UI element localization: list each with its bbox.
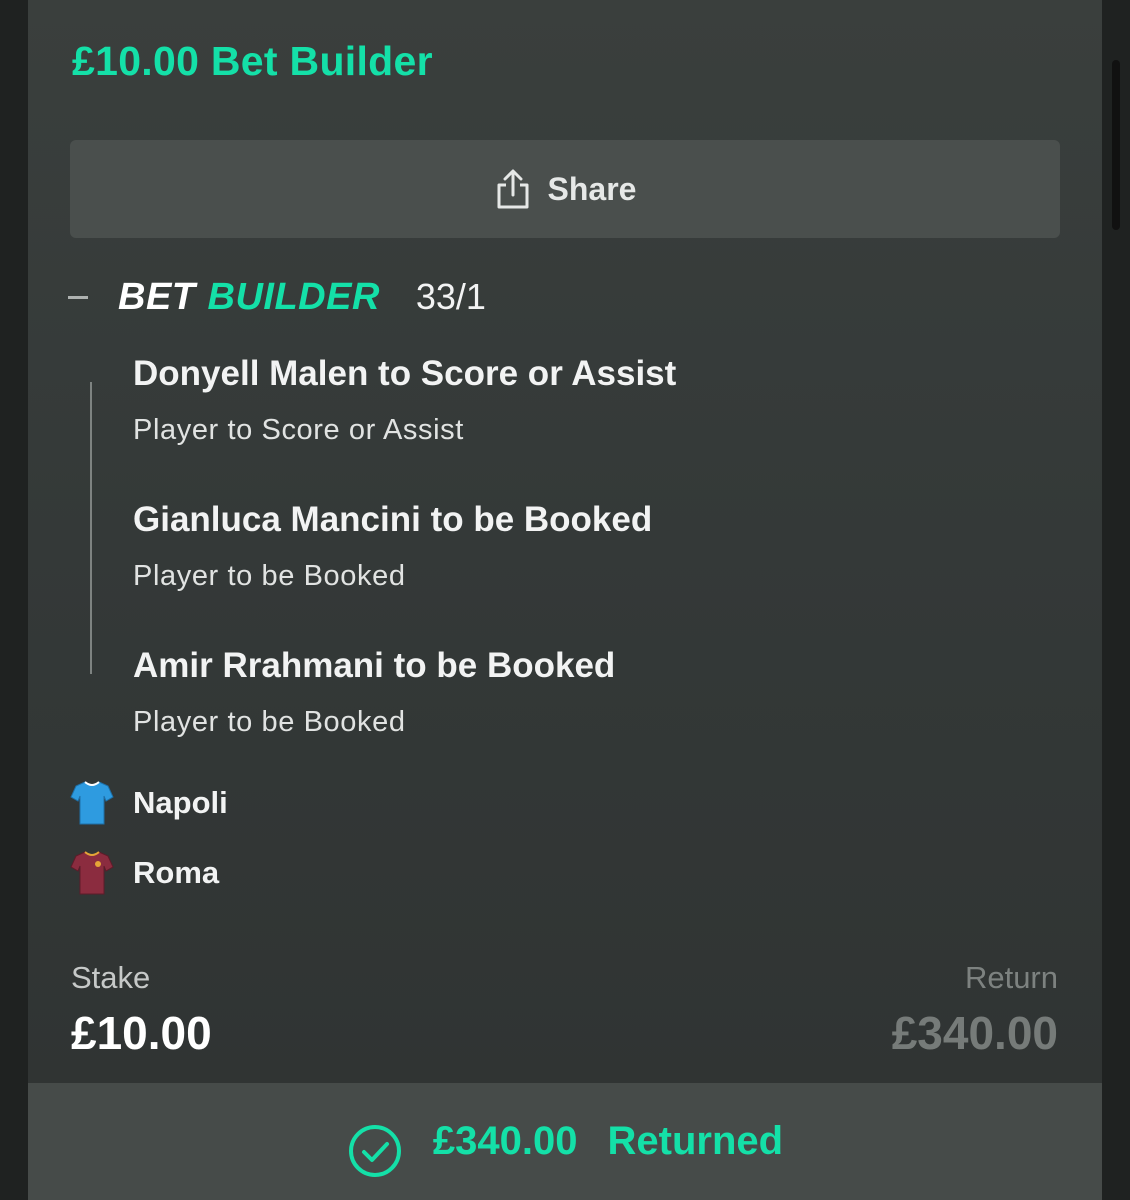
scrollbar[interactable] xyxy=(1112,60,1120,230)
returned-status-bar: £340.00 Returned xyxy=(28,1083,1102,1200)
bet-title: £10.00 Bet Builder xyxy=(72,38,433,84)
selection-connector-line xyxy=(90,382,92,674)
stake-label: Stake xyxy=(71,960,151,995)
stake-value: £10.00 xyxy=(71,1007,212,1059)
share-button[interactable]: Share xyxy=(70,140,1060,238)
selection-market: Player to Score or Assist xyxy=(133,414,464,446)
bet-odds: 33/1 xyxy=(415,276,486,317)
share-label: Share xyxy=(547,170,637,207)
share-icon xyxy=(494,168,532,210)
shirt-icon xyxy=(70,850,114,896)
team-name: Napoli xyxy=(133,785,228,820)
shirt-icon xyxy=(70,780,114,826)
selection-name: Amir Rrahmani to be Booked xyxy=(133,646,616,685)
selection-market: Player to be Booked xyxy=(133,560,406,592)
bet-builder-logo-word1: BET xyxy=(118,275,196,318)
selection-item: Gianluca Mancini to be Booked Player to … xyxy=(133,500,652,593)
team-name: Roma xyxy=(133,855,220,890)
return-label: Return xyxy=(964,960,1058,995)
return-value: £340.00 xyxy=(891,1007,1058,1059)
bet-builder-logo-word2: BUILDER xyxy=(207,275,380,318)
returned-text: Returned xyxy=(607,1119,784,1163)
team-napoli: Napoli xyxy=(70,780,228,826)
selection-item: Amir Rrahmani to be Booked Player to be … xyxy=(133,646,615,739)
selection-item: Donyell Malen to Score or Assist Player … xyxy=(133,354,676,447)
team-roma: Roma xyxy=(70,850,219,896)
selection-name: Donyell Malen to Score or Assist xyxy=(133,354,677,393)
check-circle-icon xyxy=(347,1123,403,1179)
bet-builder-header[interactable]: BET BUILDER 33/1 xyxy=(68,272,486,322)
bet-builder-logo: BET BUILDER xyxy=(118,276,380,319)
returned-amount: £340.00 xyxy=(432,1119,578,1163)
selection-name: Gianluca Mancini to be Booked xyxy=(133,500,653,539)
minus-icon[interactable] xyxy=(68,295,88,299)
selection-market: Player to be Booked xyxy=(133,706,406,738)
bet-receipt-screen: £10.00 Bet Builder Share BET BUILDER 33/1… xyxy=(0,0,1130,1200)
